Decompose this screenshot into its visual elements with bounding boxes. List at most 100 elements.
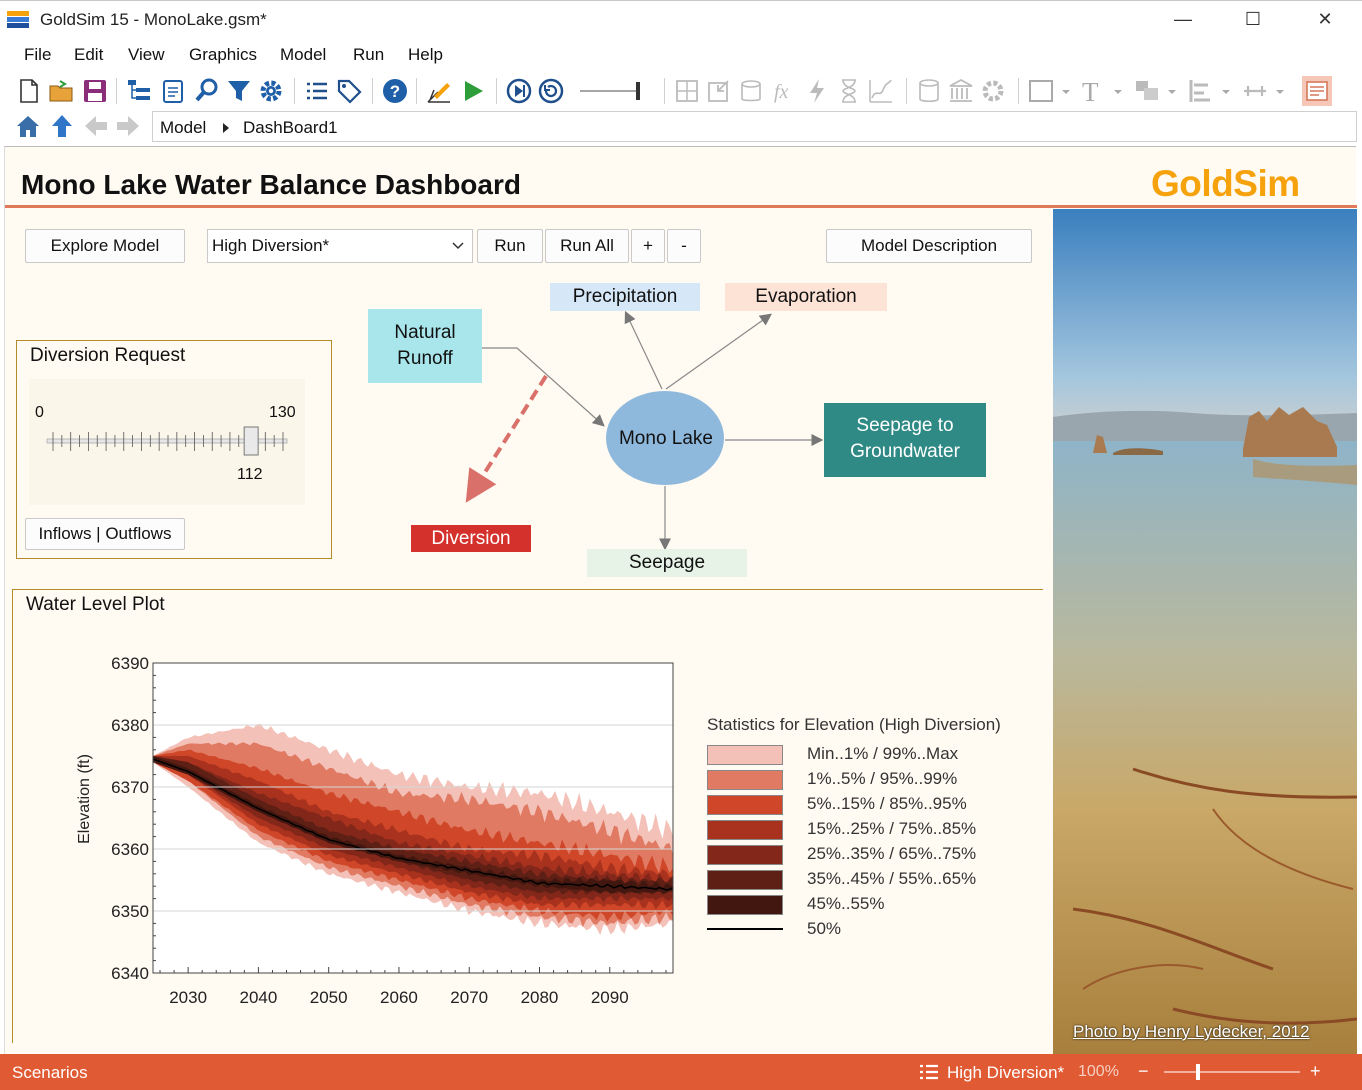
menu-run[interactable]: Run xyxy=(353,45,384,65)
legend-swatch xyxy=(707,820,783,840)
elevation-chart[interactable]: 6390 6380 6370 6360 6350 6340 2030 2040 2050 2060… xyxy=(65,647,685,1017)
filter-icon[interactable] xyxy=(224,76,254,106)
open-folder-icon[interactable] xyxy=(46,76,76,106)
x-tick-label: 2060 xyxy=(380,988,418,1007)
chart-y-label: Elevation (ft) xyxy=(76,754,93,844)
zoom-out-button[interactable]: − xyxy=(1138,1061,1149,1082)
x-tick-label: 2090 xyxy=(591,988,629,1007)
chart-bands xyxy=(152,663,674,973)
dashboard-control-icon xyxy=(919,79,939,103)
legend-label: 25%..35% / 65%..75% xyxy=(807,844,977,863)
photo-image xyxy=(1053,209,1357,1055)
zoom-slider[interactable] xyxy=(1162,1062,1302,1082)
legend-swatch xyxy=(707,745,783,765)
mono-lake-photo: Photo by Henry Lydecker, 2012 xyxy=(1053,209,1357,1055)
minimize-button[interactable]: — xyxy=(1160,5,1206,35)
y-tick-label: 6340 xyxy=(111,964,149,983)
menu-view[interactable]: View xyxy=(128,45,165,65)
seepage-groundwater-node[interactable]: Seepage to Groundwater xyxy=(824,403,986,477)
up-arrow-icon[interactable] xyxy=(48,112,76,140)
window-title: GoldSim 15 - MonoLake.gsm* xyxy=(40,10,267,29)
scenarios-label[interactable]: Scenarios xyxy=(12,1063,88,1083)
photo-credit-link[interactable]: Photo by Henry Lydecker, 2012 xyxy=(1073,1022,1310,1042)
reset-icon[interactable] xyxy=(536,76,566,106)
breadcrumb: Model DashBoard1 xyxy=(152,111,1357,142)
chevron-right-icon[interactable] xyxy=(221,122,231,134)
svg-text:fx: fx xyxy=(774,81,789,103)
run-icon[interactable] xyxy=(458,76,488,106)
text-tool-icon: T xyxy=(1082,77,1122,106)
scenario-list-icon[interactable] xyxy=(918,1062,940,1082)
result-chart-icon xyxy=(869,79,892,103)
legend-label: 1%..5% / 95%..99% xyxy=(807,769,958,788)
legend-swatch xyxy=(707,870,783,890)
logo-text: GoldSim xyxy=(1151,163,1300,204)
goldsim-logo: GoldSim xyxy=(1151,163,1300,205)
y-tick-label: 6360 xyxy=(111,840,149,859)
legend-label: Min..1% / 99%..Max xyxy=(807,744,959,763)
step-icon[interactable] xyxy=(504,76,534,106)
precipitation-node[interactable]: Precipitation xyxy=(550,283,700,311)
rectangle-tool-icon xyxy=(1029,80,1070,102)
natural-runoff-node[interactable]: Natural Runoff xyxy=(368,309,482,383)
evaporation-node[interactable]: Evaporation xyxy=(725,283,887,311)
breadcrumb-dashboard[interactable]: DashBoard1 xyxy=(243,118,338,138)
container-icon xyxy=(676,80,698,102)
gear-gray-icon xyxy=(982,80,1004,102)
new-file-icon[interactable] xyxy=(14,76,44,106)
menu-graphics[interactable]: Graphics xyxy=(189,45,257,65)
settings-icon[interactable] xyxy=(256,76,286,106)
notes-icon[interactable] xyxy=(158,76,188,106)
legend-label: 5%..15% / 85%..95% xyxy=(807,794,967,813)
close-button[interactable]: ✕ xyxy=(1302,5,1348,35)
menu-model[interactable]: Model xyxy=(280,45,326,65)
reservoir-icon xyxy=(741,80,761,102)
forward-arrow-icon[interactable] xyxy=(114,112,142,140)
menu-help[interactable]: Help xyxy=(408,45,443,65)
legend-label: 50% xyxy=(807,919,842,938)
menu-edit[interactable]: Edit xyxy=(74,45,103,65)
mono-lake-node[interactable]: Mono Lake xyxy=(606,427,726,451)
diversion-node[interactable]: Diversion xyxy=(411,525,531,552)
legend-label: 35%..45% / 55%..65% xyxy=(807,869,977,888)
toolbar: ? fx T xyxy=(0,72,1362,110)
diversion-arrow xyxy=(465,374,548,503)
svg-text:T: T xyxy=(1082,77,1099,106)
menu-file[interactable]: File xyxy=(24,45,51,65)
x-tick-label: 2080 xyxy=(521,988,559,1007)
help-icon[interactable]: ? xyxy=(380,76,410,106)
building-icon xyxy=(949,78,973,102)
legend-swatch xyxy=(707,795,783,815)
maximize-button[interactable]: ☐ xyxy=(1230,5,1276,35)
flow-diagram-arrows xyxy=(465,310,824,551)
y-tick-label: 6380 xyxy=(111,716,149,735)
dashboard-canvas: Mono Lake Water Balance Dashboard GoldSi… xyxy=(4,146,1357,1055)
time-slider[interactable] xyxy=(578,76,650,106)
seepage-node[interactable]: Seepage xyxy=(587,549,747,577)
tag-icon[interactable] xyxy=(334,76,364,106)
y-tick-label: 6350 xyxy=(111,902,149,921)
menu-bar: File Edit View Graphics Model Run Help xyxy=(0,40,1362,70)
navigation-bar: Model DashBoard1 xyxy=(0,110,1362,144)
back-arrow-icon[interactable] xyxy=(82,112,110,140)
zoom-in-button[interactable]: + xyxy=(1310,1061,1321,1082)
y-tick-label: 6390 xyxy=(111,654,149,673)
water-level-plot-title: Water Level Plot xyxy=(26,594,165,615)
list-icon[interactable] xyxy=(302,76,332,106)
save-icon[interactable] xyxy=(80,76,110,106)
import-icon xyxy=(708,80,729,102)
browser-icon[interactable] xyxy=(124,76,154,106)
find-icon[interactable] xyxy=(192,76,222,106)
align-icon xyxy=(1189,80,1230,102)
active-scenario[interactable]: High Diversion* xyxy=(947,1063,1064,1083)
breadcrumb-model[interactable]: Model xyxy=(160,118,206,138)
zoom-level: 100% xyxy=(1078,1063,1119,1080)
svg-text:?: ? xyxy=(390,82,400,101)
legend-swatch xyxy=(707,770,783,790)
dashboard-mode-icon[interactable] xyxy=(1302,76,1332,106)
event-icon xyxy=(810,79,824,103)
distribute-icon xyxy=(1244,86,1284,96)
home-icon[interactable] xyxy=(14,112,42,140)
edit-mode-icon[interactable] xyxy=(424,76,454,106)
x-tick-label: 2030 xyxy=(169,988,207,1007)
